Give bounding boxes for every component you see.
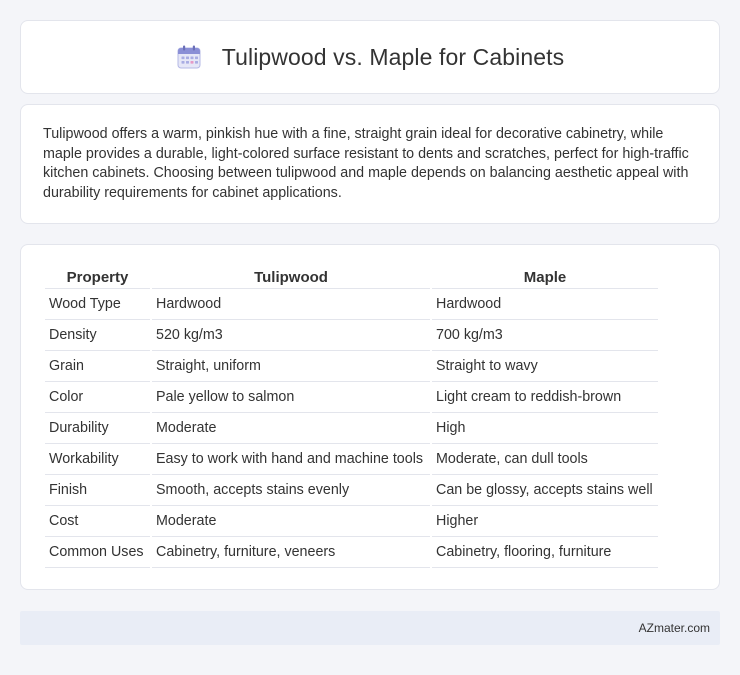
cell-maple: Hardwood [432,289,658,320]
table-row: Grain Straight, uniform Straight to wavy [45,351,658,382]
cell-property: Wood Type [45,289,150,320]
cell-property: Common Uses [45,537,150,568]
table-card: Property Tulipwood Maple Wood Type Hardw… [20,244,720,590]
calendar-icon [176,44,202,70]
cell-tulipwood: 520 kg/m3 [152,320,430,351]
cell-maple: Straight to wavy [432,351,658,382]
footer: AZmater.com [20,611,720,645]
footer-site-link[interactable]: AZmater.com [639,621,710,635]
cell-property: Density [45,320,150,351]
header-tulipwood: Tulipwood [152,267,430,289]
table-row: Wood Type Hardwood Hardwood [45,289,658,320]
table-row: Color Pale yellow to salmon Light cream … [45,382,658,413]
title-wrap: Tulipwood vs. Maple for Cabinets [176,44,564,71]
cell-property: Workability [45,444,150,475]
table-row: Workability Easy to work with hand and m… [45,444,658,475]
cell-property: Color [45,382,150,413]
header-property: Property [45,267,150,289]
cell-tulipwood: Moderate [152,506,430,537]
cell-tulipwood: Easy to work with hand and machine tools [152,444,430,475]
cell-property: Durability [45,413,150,444]
table-row: Cost Moderate Higher [45,506,658,537]
cell-maple: Can be glossy, accepts stains well [432,475,658,506]
cell-maple: High [432,413,658,444]
cell-maple: Cabinetry, flooring, furniture [432,537,658,568]
intro-text: Tulipwood offers a warm, pinkish hue wit… [43,126,689,201]
cell-tulipwood: Smooth, accepts stains evenly [152,475,430,506]
table-header-row: Property Tulipwood Maple [45,267,658,289]
intro-card: Tulipwood offers a warm, pinkish hue wit… [20,104,720,224]
cell-property: Cost [45,506,150,537]
cell-maple: Moderate, can dull tools [432,444,658,475]
table-row: Finish Smooth, accepts stains evenly Can… [45,475,658,506]
page-title: Tulipwood vs. Maple for Cabinets [221,43,565,70]
table-row: Common Uses Cabinetry, furniture, veneer… [45,537,658,568]
cell-tulipwood: Cabinetry, furniture, veneers [152,537,430,568]
comparison-table: Property Tulipwood Maple Wood Type Hardw… [43,267,660,568]
cell-tulipwood: Straight, uniform [152,351,430,382]
table-row: Density 520 kg/m3 700 kg/m3 [45,320,658,351]
title-card: Tulipwood vs. Maple for Cabinets [20,20,720,94]
table-row: Durability Moderate High [45,413,658,444]
cell-tulipwood: Pale yellow to salmon [152,382,430,413]
cell-maple: Higher [432,506,658,537]
cell-property: Finish [45,475,150,506]
cell-tulipwood: Moderate [152,413,430,444]
cell-property: Grain [45,351,150,382]
cell-tulipwood: Hardwood [152,289,430,320]
header-maple: Maple [432,267,658,289]
cell-maple: Light cream to reddish-brown [432,382,658,413]
cell-maple: 700 kg/m3 [432,320,658,351]
